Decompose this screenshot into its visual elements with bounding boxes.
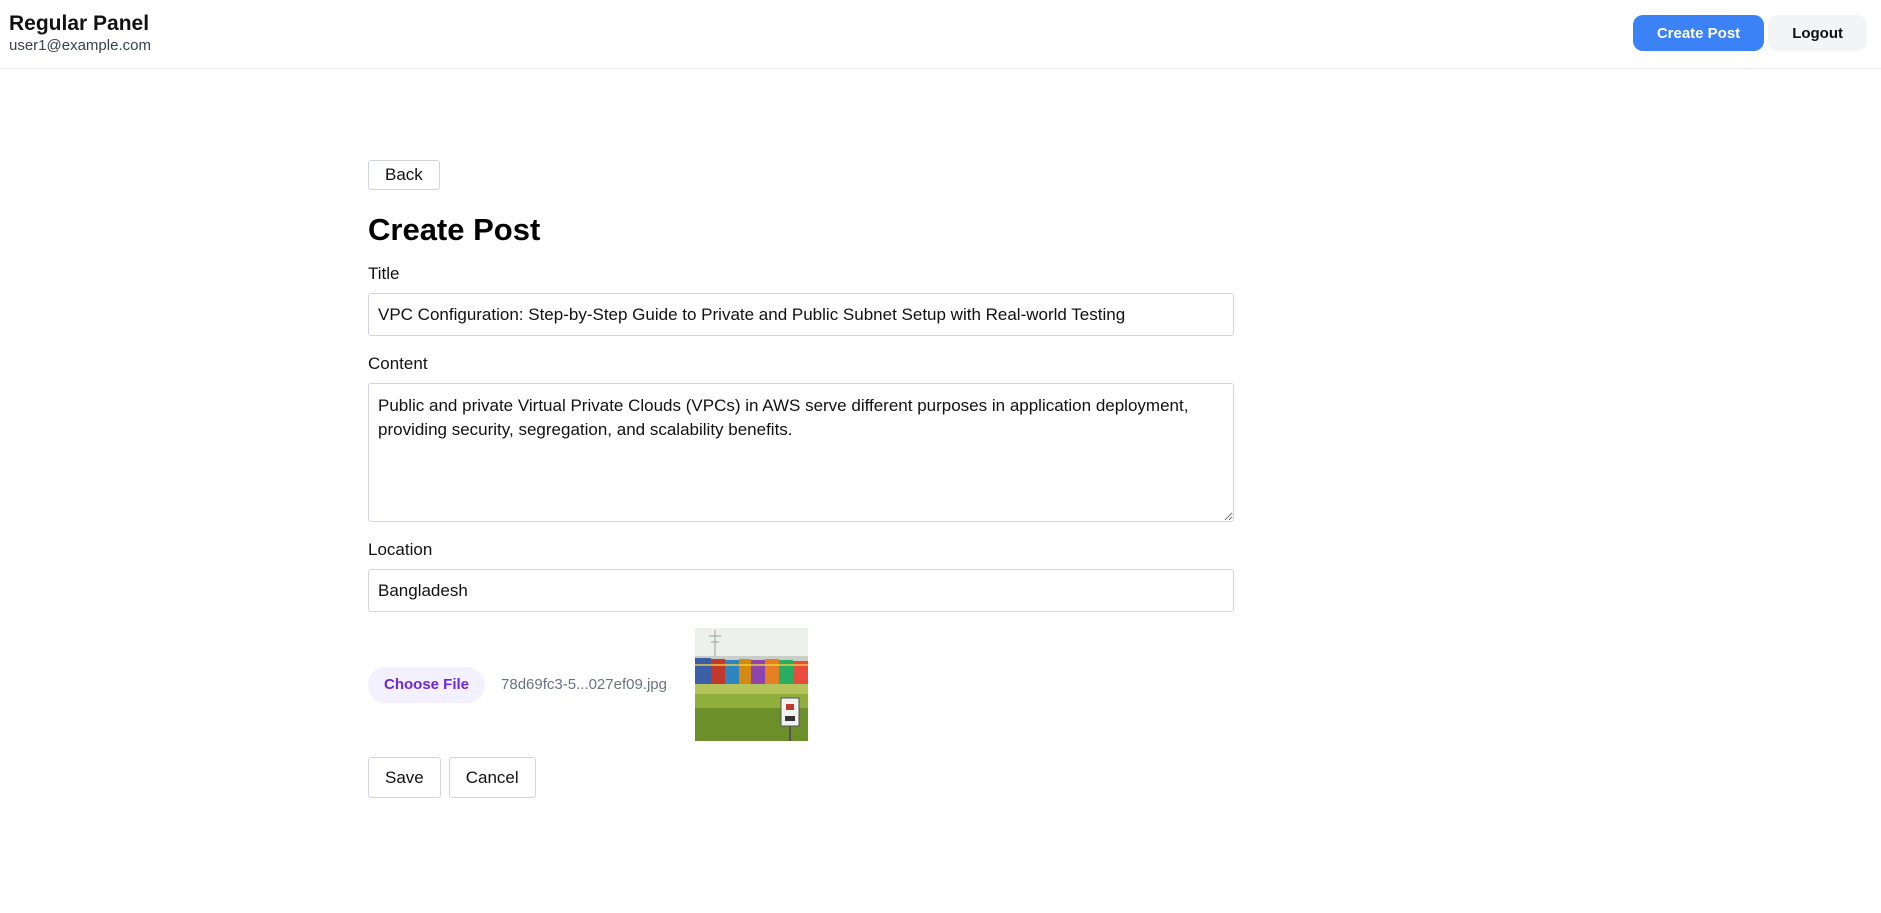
form-actions: Save Cancel <box>368 757 1234 798</box>
title-input[interactable] <box>368 293 1234 336</box>
create-post-form: Back Create Post Title Content Public an… <box>368 160 1234 798</box>
user-email: user1@example.com <box>9 37 151 54</box>
location-input[interactable] <box>368 569 1234 612</box>
file-name: 78d69fc3-5...027ef09.jpg <box>501 676 667 693</box>
file-upload-row: Choose File 78d69fc3-5...027ef09.jpg <box>368 628 1234 741</box>
top-bar: Regular Panel user1@example.com Create P… <box>0 0 1881 69</box>
create-post-button[interactable]: Create Post <box>1632 15 1765 51</box>
page-title: Create Post <box>368 212 541 247</box>
logout-button[interactable]: Logout <box>1768 15 1867 51</box>
content-label: Content <box>368 354 428 373</box>
title-label: Title <box>368 264 400 283</box>
back-button[interactable]: Back <box>368 160 440 190</box>
panel-title: Regular Panel <box>9 12 150 35</box>
save-button[interactable]: Save <box>368 757 441 798</box>
content-textarea[interactable]: Public and private Virtual Private Cloud… <box>368 383 1234 522</box>
top-actions: Create Post Logout <box>1632 15 1867 51</box>
choose-file-button[interactable]: Choose File <box>368 666 486 703</box>
cancel-button[interactable]: Cancel <box>448 757 536 798</box>
brand: Regular Panel user1@example.com <box>9 12 151 55</box>
location-label: Location <box>368 540 433 559</box>
image-preview <box>694 628 808 741</box>
